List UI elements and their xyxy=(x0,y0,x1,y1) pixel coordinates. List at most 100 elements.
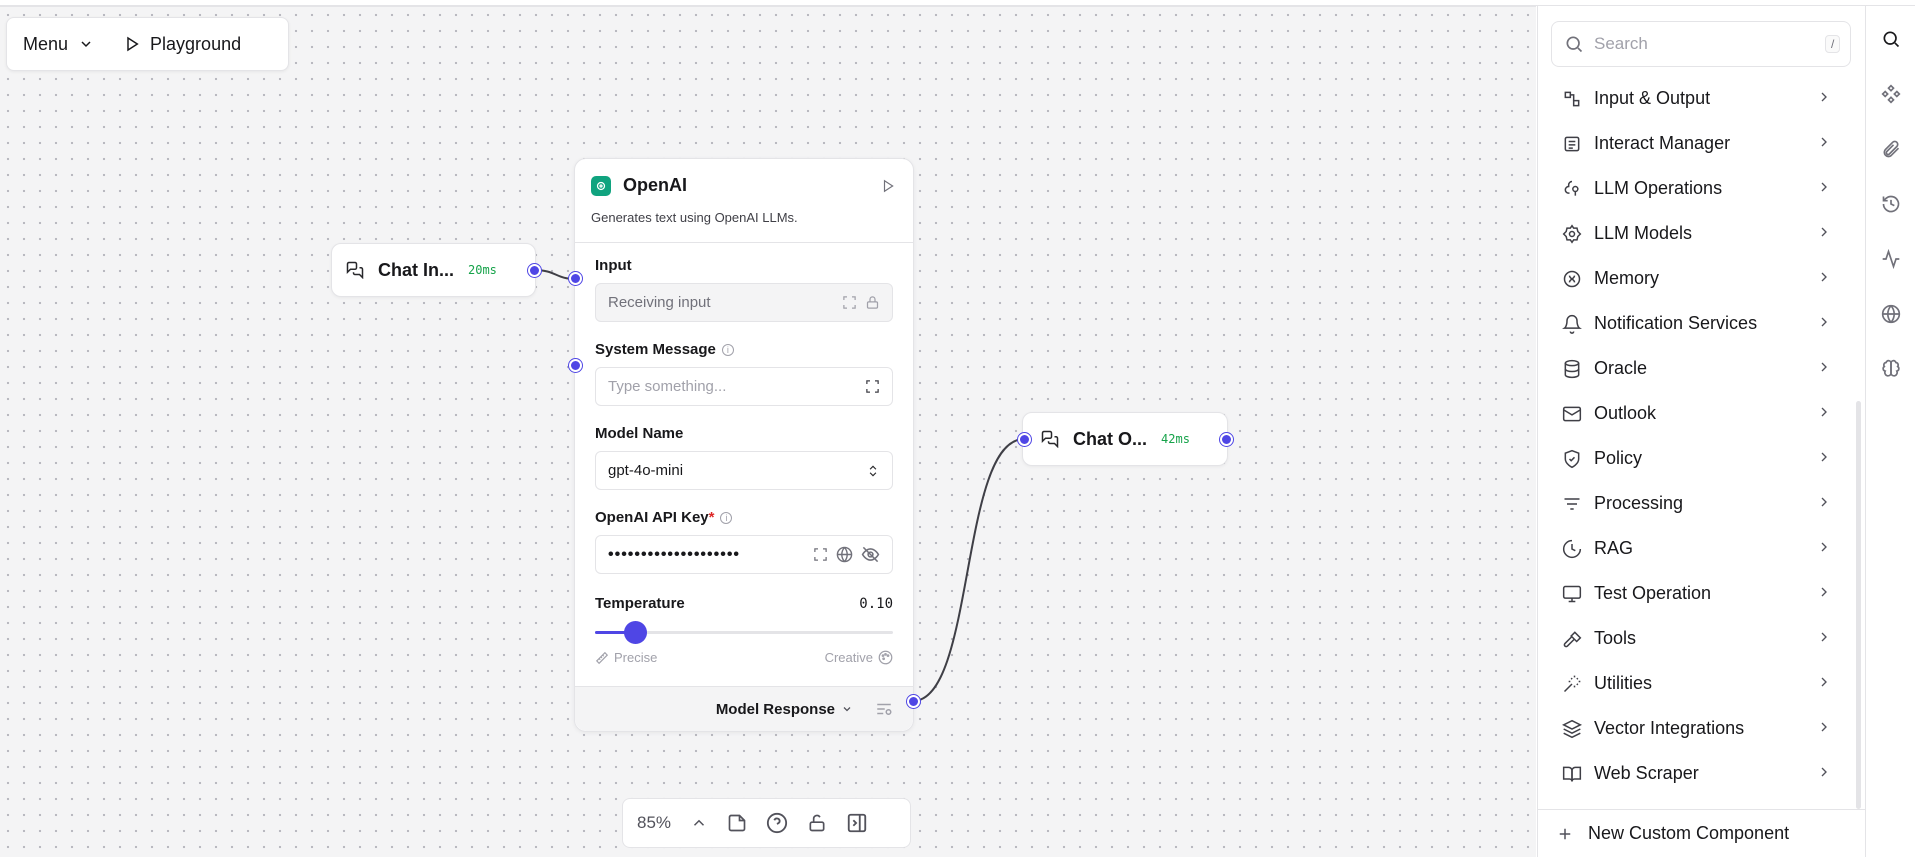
chevron-right-icon xyxy=(1816,674,1832,690)
category-llm-operations[interactable]: LLM Operations xyxy=(1538,166,1856,211)
top-toolbar: Menu Playground xyxy=(6,17,289,71)
category-label: Oracle xyxy=(1594,358,1648,378)
chat-output-output-handle[interactable] xyxy=(1220,433,1233,446)
panel-right-icon[interactable] xyxy=(846,812,868,834)
category-label: Notification Services xyxy=(1594,313,1758,333)
paperclip-icon[interactable] xyxy=(1880,138,1902,160)
mail-icon xyxy=(1562,404,1582,424)
info-icon: i xyxy=(721,343,734,356)
model-name-select[interactable]: gpt-4o-mini xyxy=(595,451,893,490)
category-llm-models[interactable]: LLM Models xyxy=(1538,211,1856,256)
creative-hint: Creative xyxy=(825,650,893,665)
slider-thumb[interactable] xyxy=(623,621,647,644)
category-label: RAG xyxy=(1594,538,1634,558)
search-shortcut: / xyxy=(1825,35,1841,53)
system-message-field[interactable]: Type something... xyxy=(595,367,893,406)
history-icon[interactable] xyxy=(1880,193,1902,215)
sticky-note-icon[interactable] xyxy=(727,813,747,833)
search-input[interactable] xyxy=(1594,34,1815,54)
activity-icon[interactable] xyxy=(1880,248,1902,270)
eye-off-icon[interactable] xyxy=(861,545,880,564)
category-oracle[interactable]: Oracle xyxy=(1538,346,1856,391)
chevron-right-icon xyxy=(1816,359,1832,375)
panel-scrollbar[interactable] xyxy=(1856,401,1861,809)
category-outlook[interactable]: Outlook xyxy=(1538,391,1856,436)
category-input-output[interactable]: Input & Output xyxy=(1538,76,1856,121)
chevron-right-icon xyxy=(1816,404,1832,420)
category-label: LLM Models xyxy=(1594,223,1693,243)
category-vector-integrations[interactable]: Vector Integrations xyxy=(1538,706,1856,751)
api-key-label: OpenAI API Key * i xyxy=(595,509,893,526)
edge-openai-to-output xyxy=(912,438,1025,702)
chat-input-output-handle[interactable] xyxy=(528,264,541,277)
expand-icon[interactable] xyxy=(865,379,880,394)
plus-icon xyxy=(1556,825,1574,843)
new-custom-component-button[interactable]: New Custom Component xyxy=(1538,809,1866,857)
category-policy[interactable]: Policy xyxy=(1538,436,1856,481)
category-label: Test Operation xyxy=(1594,583,1712,603)
category-memory[interactable]: Memory xyxy=(1538,256,1856,301)
openai-system-message-handle[interactable] xyxy=(569,359,582,372)
chat-output-input-handle[interactable] xyxy=(1018,433,1031,446)
interact-manager-icon xyxy=(1562,134,1582,154)
category-tools[interactable]: Tools xyxy=(1538,616,1856,661)
flow-canvas[interactable]: Chat In... 20ms OpenAI Generates text us… xyxy=(0,6,1536,857)
chevron-right-icon xyxy=(1816,89,1832,105)
lock-icon xyxy=(865,295,880,310)
chevron-down-icon xyxy=(841,703,853,715)
zoom-level[interactable]: 85% xyxy=(637,813,671,833)
output-selector[interactable]: Model Response xyxy=(716,701,853,718)
search-box[interactable]: / xyxy=(1551,21,1851,67)
new-custom-component-label: New Custom Component xyxy=(1588,823,1790,843)
category-label: LLM Operations xyxy=(1594,178,1723,198)
category-web-scraper[interactable]: Web Scraper xyxy=(1538,751,1856,796)
category-rag[interactable]: RAG xyxy=(1538,526,1856,571)
playground-button[interactable]: Playground xyxy=(124,34,241,55)
expand-icon[interactable] xyxy=(813,547,828,562)
chat-output-node[interactable]: Chat O... 42ms xyxy=(1022,412,1228,466)
palette-icon xyxy=(878,650,893,665)
category-notification-services[interactable]: Notification Services xyxy=(1538,301,1856,346)
globe-icon[interactable] xyxy=(1880,303,1902,325)
system-message-label: System Message i xyxy=(595,341,893,358)
menu-button[interactable]: Menu xyxy=(23,34,94,55)
category-processing[interactable]: Processing xyxy=(1538,481,1856,526)
filter-icon xyxy=(1562,494,1582,514)
model-name-value: gpt-4o-mini xyxy=(608,462,684,479)
help-icon[interactable] xyxy=(766,812,788,834)
input-field[interactable]: Receiving input xyxy=(595,283,893,322)
category-test-operation[interactable]: Test Operation xyxy=(1538,571,1856,616)
search-icon xyxy=(1564,34,1584,54)
category-utilities[interactable]: Utilities xyxy=(1538,661,1856,706)
canvas-controls: 85% xyxy=(622,798,911,848)
openai-node[interactable]: OpenAI Generates text using OpenAI LLMs.… xyxy=(574,158,914,732)
expand-icon[interactable] xyxy=(842,295,857,310)
info-icon: i xyxy=(720,511,733,524)
api-key-field[interactable]: •••••••••••••••••••• xyxy=(595,535,893,574)
chat-output-time: 42ms xyxy=(1161,432,1190,446)
chevron-right-icon xyxy=(1816,539,1832,555)
openai-input-handle[interactable] xyxy=(569,272,582,285)
chevron-right-icon xyxy=(1816,719,1832,735)
openai-output-handle[interactable] xyxy=(907,695,920,708)
playground-label: Playground xyxy=(150,33,242,54)
temperature-slider[interactable] xyxy=(595,620,893,644)
api-key-value: •••••••••••••••••••• xyxy=(608,545,741,563)
category-label: Vector Integrations xyxy=(1594,718,1745,738)
input-field-value: Receiving input xyxy=(608,294,711,311)
globe-icon[interactable] xyxy=(836,546,853,563)
list-filter-icon[interactable] xyxy=(875,700,893,718)
chevron-up-icon[interactable] xyxy=(690,814,708,832)
wand-icon xyxy=(1562,674,1582,694)
unlock-icon[interactable] xyxy=(807,813,827,833)
chevron-right-icon xyxy=(1816,449,1832,465)
chevron-right-icon xyxy=(1816,269,1832,285)
components-icon[interactable] xyxy=(1880,83,1902,105)
category-label: Processing xyxy=(1594,493,1684,513)
menu-label: Menu xyxy=(23,33,69,54)
category-interact-manager[interactable]: Interact Manager xyxy=(1538,121,1856,166)
search-icon[interactable] xyxy=(1880,28,1902,50)
brain-icon[interactable] xyxy=(1880,358,1902,380)
chat-input-node[interactable]: Chat In... 20ms xyxy=(331,243,536,297)
play-icon[interactable] xyxy=(881,179,895,193)
